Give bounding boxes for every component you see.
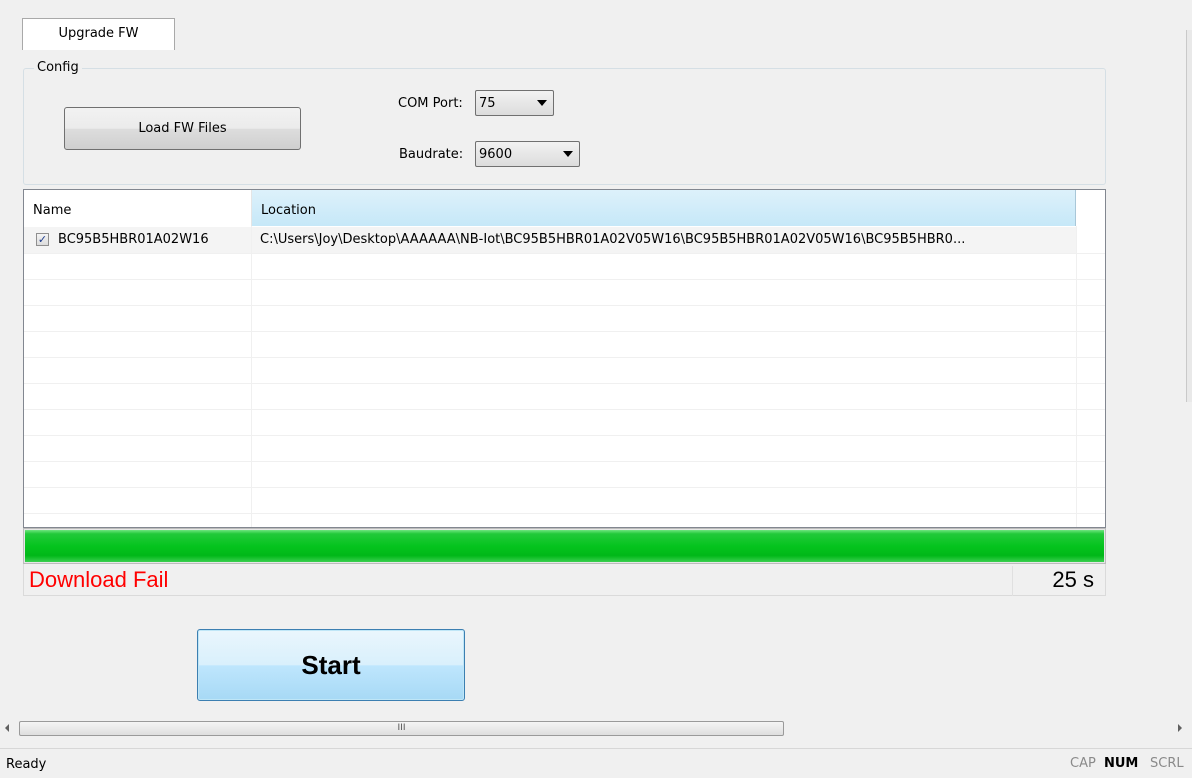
baudrate-select[interactable]: 9600 xyxy=(475,141,580,167)
scroll-lock-indicator: SCRL xyxy=(1150,756,1184,771)
row-divider xyxy=(24,383,1105,384)
baudrate-label: Baudrate: xyxy=(399,147,464,162)
row-name-cell: BC95B5HBR01A02W16 xyxy=(58,232,209,247)
row-divider xyxy=(24,357,1105,358)
row-divider xyxy=(24,331,1105,332)
firmware-file-list[interactable]: Name Location ✓ BC95B5HBR01A02W16 C:\Use… xyxy=(23,189,1106,528)
row-divider xyxy=(24,253,1105,254)
load-fw-files-label: Load FW Files xyxy=(138,121,227,136)
num-lock-indicator: NUM xyxy=(1104,756,1139,771)
row-location-cell: C:\Users\Joy\Desktop\AAAAAA\NB-Iot\BC95B… xyxy=(260,232,966,247)
com-port-select[interactable]: 75 xyxy=(475,90,554,116)
download-status-text: Download Fail xyxy=(29,567,169,592)
row-divider xyxy=(24,279,1105,280)
row-checkbox[interactable]: ✓ xyxy=(36,233,49,246)
row-divider xyxy=(24,487,1105,488)
row-divider xyxy=(24,409,1105,410)
row-divider xyxy=(24,435,1105,436)
status-text: Ready xyxy=(6,757,47,772)
scrollbar-grip: III xyxy=(397,723,406,733)
result-panel xyxy=(23,564,1106,596)
horizontal-scrollbar[interactable]: III xyxy=(0,720,1192,738)
elapsed-time: 25 s xyxy=(1012,566,1106,596)
row-divider xyxy=(24,305,1105,306)
scroll-right-icon[interactable] xyxy=(1178,724,1182,732)
row-divider xyxy=(24,513,1105,514)
progress-fill xyxy=(25,530,1104,562)
status-bar xyxy=(0,748,1192,778)
scrollbar-thumb[interactable]: III xyxy=(19,721,784,736)
baudrate-value: 9600 xyxy=(479,146,513,162)
tab-upgrade-fw[interactable]: Upgrade FW xyxy=(22,18,175,50)
download-progress-bar xyxy=(23,528,1106,564)
column-divider xyxy=(1076,226,1077,527)
start-button[interactable]: Start xyxy=(197,629,465,701)
column-header-name[interactable]: Name xyxy=(24,190,252,226)
vertical-scrollbar[interactable] xyxy=(1186,30,1192,402)
scroll-left-icon[interactable] xyxy=(5,724,9,732)
column-divider xyxy=(251,226,252,527)
chevron-down-icon xyxy=(563,151,573,157)
com-port-value: 75 xyxy=(479,95,496,111)
row-divider xyxy=(24,461,1105,462)
start-button-label: Start xyxy=(301,649,361,680)
column-header-location[interactable]: Location xyxy=(252,190,1076,226)
caps-lock-indicator: CAP xyxy=(1070,756,1096,771)
com-port-label: COM Port: xyxy=(398,96,463,111)
load-fw-files-button[interactable]: Load FW Files xyxy=(64,107,301,150)
chevron-down-icon xyxy=(537,100,547,106)
config-group-label: Config xyxy=(34,60,82,76)
